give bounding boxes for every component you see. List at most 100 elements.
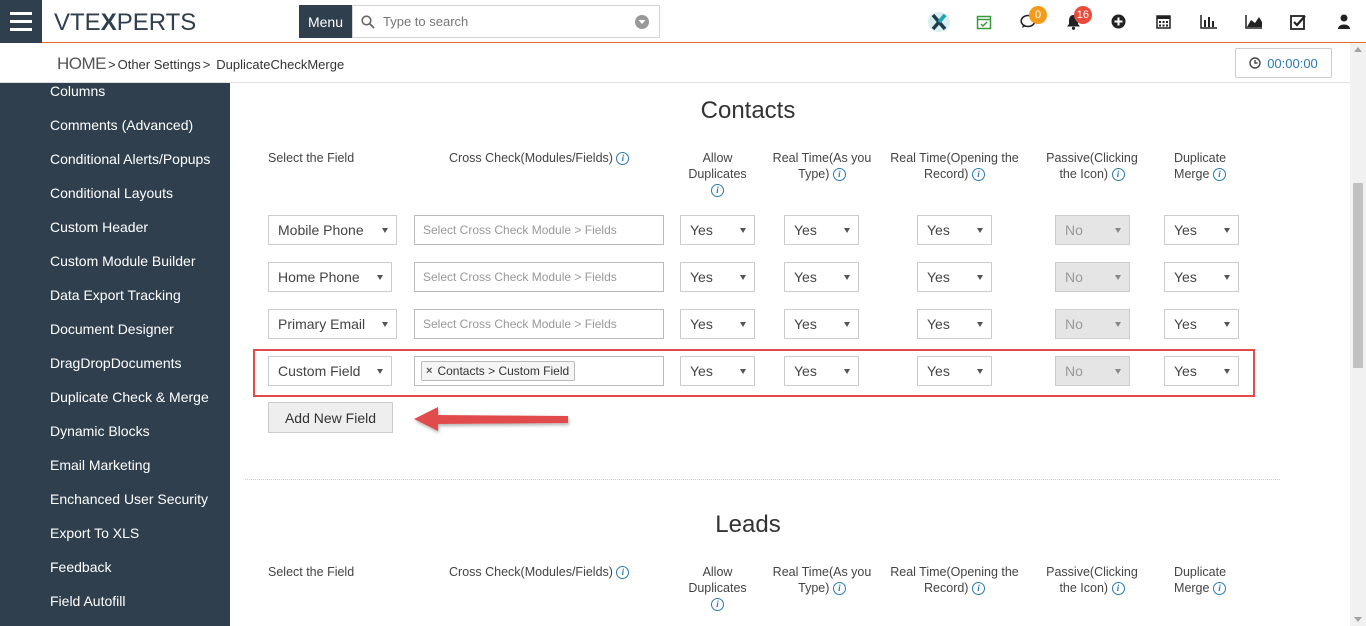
col-cross-check: Cross Check(Modules/Fields) i — [449, 150, 630, 166]
info-icon[interactable]: i — [832, 582, 846, 596]
sidebar-item-document-designer[interactable]: Document Designer — [50, 321, 174, 337]
duplicate-merge-select[interactable]: Yes — [1164, 309, 1239, 339]
leads-section-title: Leads — [715, 511, 781, 538]
sidebar-item-columns[interactable]: Columns — [50, 83, 105, 99]
breadcrumb-other-settings[interactable]: Other Settings — [118, 57, 201, 72]
sidebar-item-conditional-alerts[interactable]: Conditional Alerts/Popups — [50, 151, 210, 167]
page-scrollbar[interactable] — [1350, 43, 1366, 626]
field-select[interactable]: Custom Field — [268, 356, 392, 386]
breadcrumb: HOME > Other Settings > DuplicateCheckMe… — [57, 54, 344, 74]
allow-duplicates-select[interactable]: Yes — [680, 262, 755, 292]
realtime-open-select[interactable]: Yes — [917, 262, 992, 292]
timer-button[interactable]: 00:00:00 — [1235, 48, 1332, 78]
col-passive: Passive(Clicking the Icon) i — [1046, 151, 1138, 182]
duplicate-merge-select[interactable]: Yes — [1164, 262, 1239, 292]
info-icon[interactable]: i — [711, 598, 724, 612]
col-allow-duplicates: Allow Duplicates i — [688, 565, 747, 612]
sidebar-item-dragdropdocuments[interactable]: DragDropDocuments — [50, 355, 182, 371]
sidebar-item-feedback[interactable]: Feedback — [50, 559, 111, 575]
search-icon — [353, 14, 383, 29]
info-icon[interactable]: i — [1212, 168, 1226, 182]
red-arrow-annotation — [414, 407, 568, 431]
scroll-up-icon[interactable] — [1354, 47, 1362, 52]
realtime-open-select[interactable]: Yes — [917, 309, 992, 339]
info-icon[interactable]: i — [971, 168, 985, 182]
scroll-down-icon[interactable] — [1354, 617, 1362, 622]
scrollbar-thumb[interactable] — [1353, 183, 1363, 368]
sidebar-item-dynamic-blocks[interactable]: Dynamic Blocks — [50, 423, 150, 439]
sidebar-item-conditional-layouts[interactable]: Conditional Layouts — [50, 185, 173, 201]
realtime-type-select[interactable]: Yes — [784, 262, 859, 292]
realtime-open-select[interactable]: Yes — [917, 215, 992, 245]
cross-check-input[interactable]: Select Cross Check Module > Fields — [414, 309, 664, 339]
sidebar-item-field-autofill[interactable]: Field Autofill — [50, 593, 125, 609]
calendar-icon[interactable] — [1141, 0, 1186, 43]
breadcrumb-bar: HOME > Other Settings > DuplicateCheckMe… — [0, 43, 1350, 83]
info-icon[interactable]: i — [1212, 582, 1226, 596]
field-select[interactable]: Primary Email — [268, 309, 397, 339]
realtime-open-select[interactable]: Yes — [917, 356, 992, 386]
info-icon[interactable]: i — [711, 184, 724, 198]
allow-duplicates-select[interactable]: Yes — [680, 356, 755, 386]
calendar-check-icon[interactable] — [961, 0, 1006, 43]
breadcrumb-current: DuplicateCheckMerge — [216, 57, 345, 72]
chat-icon[interactable]: 0 — [1006, 0, 1051, 43]
sidebar-item-enchanced-user-security[interactable]: Enchanced User Security — [50, 491, 208, 507]
allow-duplicates-select[interactable]: Yes — [680, 215, 755, 245]
sidebar-item-data-export-tracking[interactable]: Data Export Tracking — [50, 287, 181, 303]
breadcrumb-separator: > — [202, 57, 211, 72]
logo[interactable]: VTEXPERTS — [54, 9, 196, 37]
bell-icon[interactable]: 16 — [1051, 0, 1096, 43]
info-icon[interactable]: i — [616, 566, 630, 580]
section-divider — [245, 479, 1280, 480]
info-icon[interactable]: i — [616, 152, 630, 166]
clock-icon — [1249, 57, 1261, 69]
cross-check-tag: × Contacts > Custom Field — [421, 361, 576, 381]
col-passive: Passive(Clicking the Icon) i — [1046, 565, 1138, 596]
timer-value: 00:00:00 — [1267, 55, 1318, 71]
allow-duplicates-select[interactable]: Yes — [680, 309, 755, 339]
duplicate-merge-select[interactable]: Yes — [1164, 215, 1239, 245]
global-search[interactable] — [352, 5, 660, 38]
hamburger-menu-icon[interactable] — [0, 0, 42, 43]
sidebar-item-email-marketing[interactable]: Email Marketing — [50, 457, 150, 473]
field-select[interactable]: Mobile Phone — [268, 215, 397, 245]
cross-check-input[interactable]: Select Cross Check Module > Fields — [414, 215, 664, 245]
col-duplicate-merge: Duplicate Merge i — [1173, 565, 1227, 596]
search-dropdown-icon[interactable] — [635, 14, 649, 29]
realtime-type-select[interactable]: Yes — [784, 356, 859, 386]
menu-button[interactable]: Menu — [299, 5, 352, 38]
sidebar-item-export-to-xls[interactable]: Export To XLS — [50, 525, 139, 541]
info-icon[interactable]: i — [832, 168, 846, 182]
tag-remove-icon[interactable]: × — [426, 365, 432, 377]
sidebar-item-custom-module-builder[interactable]: Custom Module Builder — [50, 253, 196, 269]
field-select[interactable]: Home Phone — [268, 262, 392, 292]
info-icon[interactable]: i — [1111, 168, 1125, 182]
col-select-field: Select the Field — [268, 151, 355, 165]
info-icon[interactable]: i — [1111, 582, 1125, 596]
cross-check-input[interactable]: × Contacts > Custom Field — [414, 356, 664, 386]
vtexperts-x-icon[interactable] — [916, 0, 961, 43]
add-new-field-button[interactable]: Add New Field — [268, 402, 393, 433]
user-icon[interactable] — [1321, 0, 1366, 43]
add-circle-icon[interactable] — [1096, 0, 1141, 43]
sidebar-item-custom-header[interactable]: Custom Header — [50, 219, 148, 235]
breadcrumb-separator: > — [108, 57, 116, 72]
cross-check-input[interactable]: Select Cross Check Module > Fields — [414, 262, 664, 292]
passive-select: No — [1055, 262, 1130, 292]
col-duplicate-merge: Duplicate Merge i — [1173, 151, 1227, 182]
passive-select: No — [1055, 215, 1130, 245]
sidebar: Columns Comments (Advanced) Conditional … — [0, 83, 230, 626]
search-input[interactable] — [383, 14, 635, 29]
realtime-type-select[interactable]: Yes — [784, 215, 859, 245]
breadcrumb-home[interactable]: HOME — [57, 54, 107, 74]
col-realtime-type: Real Time(As you Type) i — [772, 151, 872, 182]
sidebar-item-comments-advanced[interactable]: Comments (Advanced) — [50, 117, 193, 133]
duplicate-merge-select[interactable]: Yes — [1164, 356, 1239, 386]
sidebar-item-duplicate-check-merge[interactable]: Duplicate Check & Merge — [50, 389, 209, 405]
tasks-checkbox-icon[interactable] — [1276, 0, 1321, 43]
realtime-type-select[interactable]: Yes — [784, 309, 859, 339]
area-chart-icon[interactable] — [1231, 0, 1276, 43]
bar-chart-icon[interactable] — [1186, 0, 1231, 43]
info-icon[interactable]: i — [971, 582, 985, 596]
